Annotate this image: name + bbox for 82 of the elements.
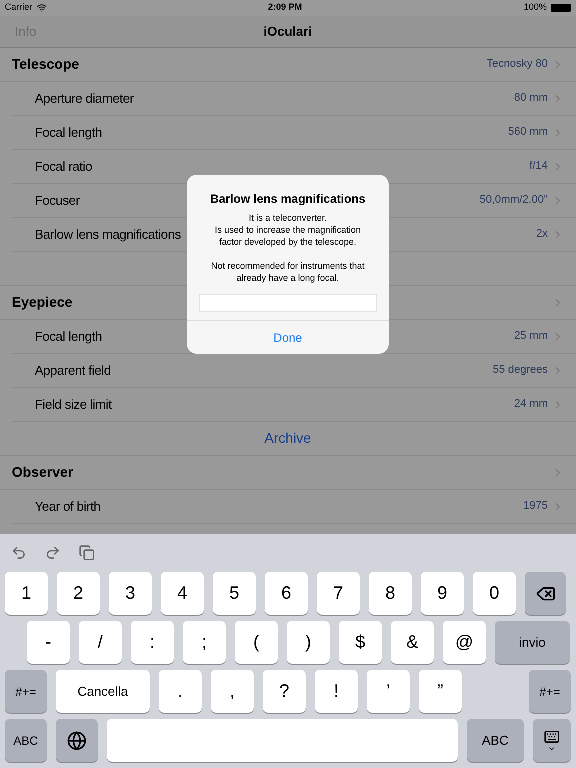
keyboard-key[interactable]: $	[339, 621, 382, 664]
keyboard-key[interactable]: &	[391, 621, 434, 664]
battery-icon	[551, 4, 571, 12]
dialog-message: Not recommended for instruments that	[211, 260, 365, 272]
globe-key[interactable]	[56, 719, 98, 762]
section-title: Observer	[12, 463, 74, 482]
keyboard-key[interactable]: /	[79, 621, 122, 664]
section-header[interactable]: Telescope Tecnosky 80	[0, 48, 576, 82]
keyboard-key[interactable]: 7	[317, 572, 360, 615]
keyboard-key[interactable]: 3	[109, 572, 152, 615]
row-label: Focal length	[35, 124, 102, 142]
row-label: Barlow lens magnifications	[35, 226, 182, 244]
keyboard-key[interactable]: )	[287, 621, 330, 664]
dialog-message: factor developed by the telescope.	[219, 236, 357, 248]
keyboard-key[interactable]: -	[27, 621, 70, 664]
keyboard-key[interactable]: :	[131, 621, 174, 664]
keyboard-key[interactable]: 1	[5, 572, 48, 615]
row-label: Focuser	[35, 192, 80, 210]
dialog-message: Is used to increase the magnification	[214, 224, 362, 236]
keyboard-key[interactable]: ,	[211, 670, 254, 713]
section-title: Telescope	[12, 55, 80, 74]
backspace-key[interactable]	[525, 572, 566, 615]
keyboard-key[interactable]: .	[159, 670, 202, 713]
section-title: Eyepiece	[12, 293, 73, 312]
paste-icon[interactable]	[79, 545, 95, 561]
keyboard-key[interactable]: ?	[263, 670, 306, 713]
row-value: 560 mm	[508, 125, 548, 140]
keyboard-key[interactable]: !	[315, 670, 358, 713]
undo-icon[interactable]	[11, 545, 27, 561]
dismiss-keyboard-key[interactable]	[533, 719, 571, 762]
row-value: 25 mm	[514, 329, 548, 344]
row-value: Tecnosky 80	[486, 57, 548, 72]
keyboard-icon	[542, 728, 562, 744]
keyboard-key[interactable]: ”	[419, 670, 462, 713]
list-row[interactable]: Year of birth 1975	[12, 490, 576, 524]
row-label: Focal length	[35, 328, 102, 346]
row-value: 55 degrees	[492, 363, 548, 378]
row-value: 2x	[536, 227, 548, 242]
keyboard-key[interactable]: 9	[421, 572, 464, 615]
nav-title: iOculari	[264, 22, 312, 41]
list-row[interactable]: Focal length 560 mm	[12, 116, 576, 150]
row-label: Focal ratio	[35, 158, 92, 176]
row-value: 1975	[524, 499, 548, 514]
keyboard-key[interactable]: #+=	[529, 670, 571, 713]
carrier-label: Carrier	[5, 1, 33, 14]
keyboard-key[interactable]: invio	[495, 621, 570, 664]
row-value: 80 mm	[514, 91, 548, 106]
row-label: Year of birth	[35, 498, 101, 516]
keyboard-key[interactable]: #+=	[5, 670, 47, 713]
keyboard-key[interactable]: 0	[473, 572, 516, 615]
keyboard-key[interactable]: ;	[183, 621, 226, 664]
keyboard-key[interactable]: ABC	[467, 719, 524, 762]
row-value: f/14	[530, 159, 548, 174]
keyboard-key[interactable]: 2	[57, 572, 100, 615]
wifi-icon	[36, 3, 47, 13]
dialog-message: It is a teleconverter.	[248, 212, 327, 224]
done-button[interactable]: Done	[187, 321, 389, 354]
row-value: 24 mm	[514, 397, 548, 412]
row-label: Field size limit	[35, 396, 112, 414]
redo-icon[interactable]	[45, 545, 61, 561]
archive-link[interactable]: Archive	[264, 428, 312, 449]
row-label: Aperture diameter	[35, 90, 134, 108]
list-row[interactable]: Aperture diameter 80 mm	[12, 82, 576, 116]
keyboard-key[interactable]: Cancella	[56, 670, 150, 713]
keyboard-key[interactable]: 4	[161, 572, 204, 615]
battery-label: 100%	[524, 1, 547, 14]
dialog-message: already have a long focal.	[236, 272, 340, 284]
keyboard-key[interactable]: (	[235, 621, 278, 664]
clock: 2:09 PM	[268, 1, 302, 14]
row-value: 50,0mm/2.00"	[480, 193, 548, 208]
keyboard-key[interactable]: @	[443, 621, 486, 664]
keyboard-key[interactable]: ABC	[5, 719, 47, 762]
globe-icon	[67, 730, 87, 750]
keyboard-key[interactable]: 6	[265, 572, 308, 615]
keyboard-key[interactable]: 5	[213, 572, 256, 615]
input-field[interactable]	[199, 294, 377, 312]
dialog-title: Barlow lens magnifications	[210, 191, 366, 208]
row-label: Apparent field	[35, 362, 112, 380]
list-row[interactable]: Field size limit 24 mm	[12, 388, 576, 422]
section-header[interactable]: Observer	[0, 456, 576, 490]
keyboard-key[interactable]: ’	[367, 670, 410, 713]
keyboard-key[interactable]: 8	[369, 572, 412, 615]
